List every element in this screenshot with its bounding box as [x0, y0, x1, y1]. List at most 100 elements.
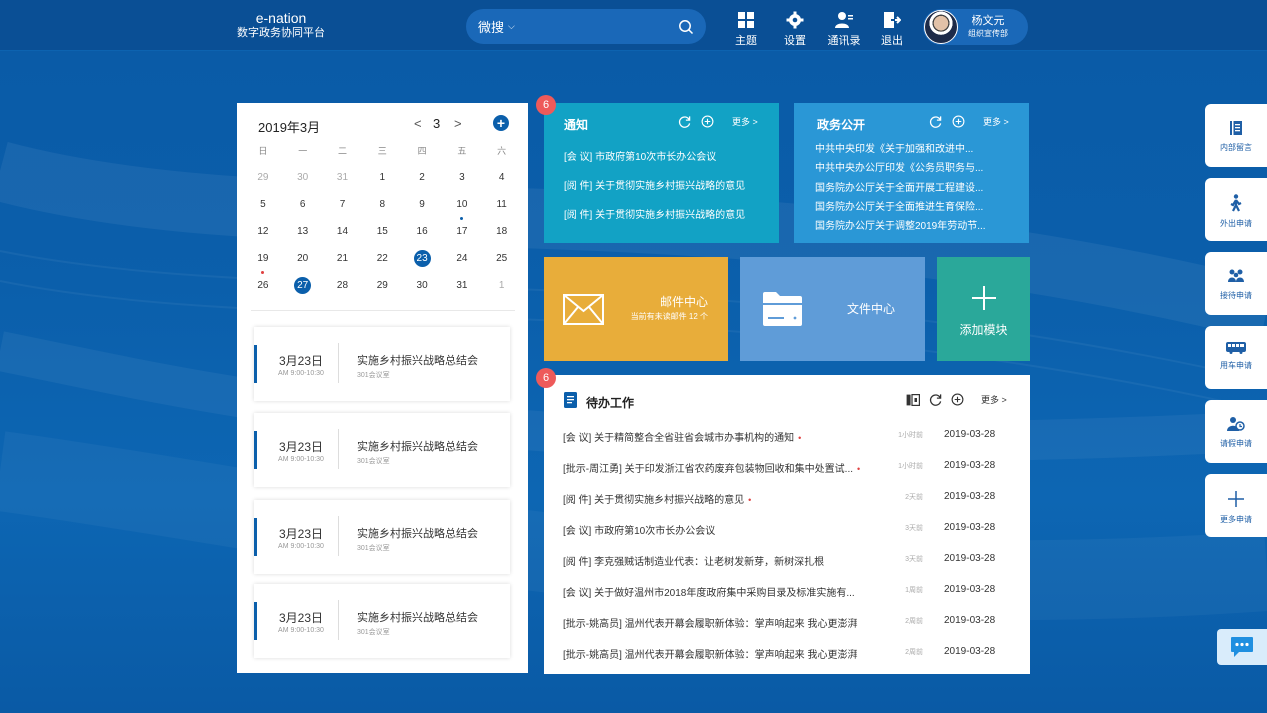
calendar-day[interactable]: 25 [482, 248, 522, 275]
gov-item[interactable]: 国务院办公厅关于全面推进生育保险... [815, 198, 983, 213]
layout-icon[interactable] [906, 393, 920, 406]
sidebar-item-leave-person[interactable]: 请假申请 [1205, 400, 1267, 463]
avatar[interactable] [924, 10, 958, 44]
chat-button[interactable] [1217, 629, 1267, 665]
calendar-day[interactable]: 27 [283, 275, 323, 302]
gov-item[interactable]: 中共中央印发《关于加强和改进中... [815, 140, 973, 155]
gov-more-link[interactable]: 更多 > [983, 115, 1009, 128]
calendar-day[interactable]: 4 [482, 167, 522, 194]
calendar-day-label: 22 [376, 253, 388, 264]
calendar-day[interactable]: 31 [442, 275, 482, 302]
calendar-day[interactable]: 28 [323, 275, 363, 302]
calendar-day[interactable]: 17 [442, 221, 482, 248]
calendar-day[interactable]: 21 [323, 248, 363, 275]
event-title: 实施乡村振兴战略总结会 [357, 441, 478, 453]
divider [338, 516, 339, 556]
calendar-day[interactable]: 19 [243, 248, 283, 275]
event-card[interactable]: 3月23日 AM 9:00-10:30 实施乡村振兴战略总结会 301会议室 [254, 413, 510, 487]
calendar-day-label: 1 [379, 172, 386, 183]
refresh-icon[interactable] [929, 115, 942, 128]
calendar-day[interactable]: 6 [283, 194, 323, 221]
file-center-tile[interactable]: 文件中心 [740, 257, 925, 361]
calendar-day[interactable]: 30 [283, 167, 323, 194]
sidebar-item-plus[interactable]: 更多申请 [1205, 474, 1267, 537]
mail-unread-count: 当前有未读邮件 12 个 [630, 312, 708, 321]
todo-row[interactable]: [会 议] 关于做好温州市2018年度政府集中采购目录及标准实施有... 1周前 2… [563, 584, 1018, 600]
nav-contacts[interactable]: 通讯录 [825, 11, 863, 48]
calendar-day[interactable]: 1 [482, 275, 522, 302]
calendar-day[interactable]: 24 [442, 248, 482, 275]
calendar-next-button[interactable]: > [454, 116, 462, 131]
add-circle-icon[interactable] [701, 115, 714, 128]
calendar-day[interactable]: 11 [482, 194, 522, 221]
todo-row[interactable]: [阅 件] 李克强贼话制造业代表：让老树发新芽，新树深扎根 3天前 2019-03-… [563, 553, 1018, 569]
calendar-day[interactable]: 10 [442, 194, 482, 221]
nav-logout[interactable]: 退出 [874, 11, 910, 48]
calendar-day[interactable]: 18 [482, 221, 522, 248]
calendar-day[interactable]: 23 [402, 248, 442, 275]
refresh-icon[interactable] [678, 115, 691, 128]
event-accent-bar [254, 602, 257, 640]
calendar-day[interactable]: 22 [362, 248, 402, 275]
notice-item[interactable]: [会 议] 市政府第10次市长办公会议 [564, 148, 716, 163]
sidebar-item-group[interactable]: 接待申请 [1205, 252, 1267, 315]
todo-row[interactable]: [批示-周江勇] 关于印发浙江省农药废弃包装物回收和集中处置试... • 1小时前 2… [563, 460, 1018, 476]
calendar-day[interactable]: 14 [323, 221, 363, 248]
todo-more-link[interactable]: 更多 > [981, 393, 1007, 406]
weekday-header: 日 [258, 146, 268, 156]
add-event-button[interactable]: + [493, 115, 509, 131]
calendar-day[interactable]: 7 [323, 194, 363, 221]
calendar-grid: 日一二三四五六 29 30 31 1 2 3 4 5 6 7 8 9 10 11 12 13 14 15 16 17 18… [243, 140, 522, 302]
refresh-icon[interactable] [929, 393, 942, 406]
todo-row[interactable]: [批示-姚高员] 温州代表开幕会履职新体验：掌声响起来 我心更澎湃 2周前 2019… [563, 646, 1018, 662]
calendar-day[interactable]: 2 [402, 167, 442, 194]
event-card[interactable]: 3月23日 AM 9:00-10:30 实施乡村振兴战略总结会 301会议室 [254, 500, 510, 574]
calendar-day[interactable]: 29 [243, 167, 283, 194]
todo-date: 2019-03-28 [944, 491, 996, 502]
calendar-day[interactable]: 9 [402, 194, 442, 221]
nav-theme[interactable]: 主题 [728, 11, 764, 48]
nav-settings[interactable]: 设置 [777, 11, 813, 48]
calendar-day[interactable]: 15 [362, 221, 402, 248]
calendar-day[interactable]: 31 [323, 167, 363, 194]
calendar-day[interactable]: 30 [402, 275, 442, 302]
todo-text-label: [会 议] 关于做好温州市2018年度政府集中采购目录及标准实施有... [563, 588, 855, 599]
calendar-day-label: 27 [294, 277, 312, 294]
sidebar-item-bus[interactable]: 用车申请 [1205, 326, 1267, 389]
user-profile[interactable]: 杨文元 组织宣传部 [923, 9, 1028, 45]
todo-row[interactable]: [会 议] 市政府第10次市长办公会议 3天前 2019-03-28 [563, 522, 1018, 538]
add-circle-icon[interactable] [951, 393, 964, 406]
event-card[interactable]: 3月23日 AM 9:00-10:30 实施乡村振兴战略总结会 301会议室 [254, 327, 510, 401]
search-icon[interactable] [678, 19, 694, 35]
search-scope-select[interactable]: 微搜 ⌵ [478, 17, 515, 36]
calendar-day[interactable]: 26 [243, 275, 283, 302]
add-module-tile[interactable]: 添加模块 [937, 257, 1030, 361]
todo-row[interactable]: [阅 件] 关于贯彻实施乡村振兴战略的意见 • 2天前 2019-03-28 [563, 491, 1018, 507]
calendar-day[interactable]: 12 [243, 221, 283, 248]
event-card[interactable]: 3月23日 AM 9:00-10:30 实施乡村振兴战略总结会 301会议室 [254, 584, 510, 658]
gov-item[interactable]: 中共中央办公厅印发《公务员职务与... [815, 159, 983, 174]
todo-row[interactable]: [批示-姚高员] 温州代表开幕会履职新体验：掌声响起来 我心更澎湃 2周前 2019… [563, 615, 1018, 631]
sidebar-item-walking-person[interactable]: 外出申请 [1205, 178, 1267, 241]
notice-item[interactable]: [阅 件] 关于贯彻实施乡村振兴战略的意见 [564, 177, 745, 192]
calendar-day[interactable]: 20 [283, 248, 323, 275]
calendar-day[interactable]: 1 [362, 167, 402, 194]
calendar-day[interactable]: 13 [283, 221, 323, 248]
search-bar[interactable]: 微搜 ⌵ [466, 9, 706, 44]
notice-more-link[interactable]: 更多 > [732, 115, 758, 128]
add-circle-icon[interactable] [952, 115, 965, 128]
notice-item[interactable]: [阅 件] 关于贯彻实施乡村振兴战略的意见 [564, 206, 745, 221]
gov-item[interactable]: 国务院办公厅关于调整2019年劳动节... [815, 217, 986, 232]
calendar-prev-button[interactable]: < [414, 116, 422, 131]
calendar-day[interactable]: 3 [442, 167, 482, 194]
app-logo[interactable]: e-nation 数字政务协同平台 [237, 10, 325, 40]
calendar-day[interactable]: 29 [362, 275, 402, 302]
todo-row[interactable]: [会 议] 关于精简整合全省驻省会城市办事机构的通知 • 1小时前 2019-03-2… [563, 429, 1018, 445]
gov-item[interactable]: 国务院办公厅关于全面开展工程建设... [815, 179, 983, 194]
event-date: 3月23日 [278, 440, 324, 454]
calendar-day[interactable]: 8 [362, 194, 402, 221]
sidebar-item-notebook[interactable]: 内部留言 [1205, 104, 1267, 167]
calendar-day[interactable]: 16 [402, 221, 442, 248]
mail-center-tile[interactable]: 邮件中心 当前有未读邮件 12 个 [544, 257, 728, 361]
calendar-day[interactable]: 5 [243, 194, 283, 221]
